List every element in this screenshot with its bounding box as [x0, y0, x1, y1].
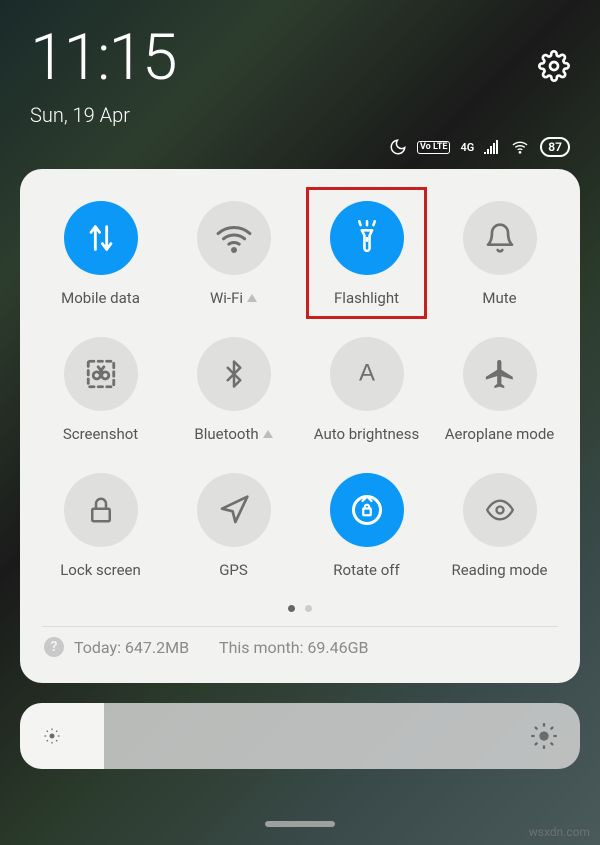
tile-label: Lock screen	[60, 561, 141, 579]
aeroplane-mode-toggle[interactable]	[463, 337, 537, 411]
mobile-data-toggle[interactable]	[64, 201, 138, 275]
reading-mode-toggle[interactable]	[463, 473, 537, 547]
brightness-high-icon	[530, 722, 558, 750]
data-usage-row[interactable]: ? Today: 647.2MB This month: 69.46GB	[38, 637, 562, 663]
tile-label: Aeroplane mode	[445, 425, 555, 443]
arrows-icon	[84, 221, 118, 255]
rotate-off-toggle[interactable]	[330, 473, 404, 547]
wifi-toggle[interactable]	[197, 201, 271, 275]
tile-label: Flashlight	[334, 289, 399, 307]
gps-icon	[218, 494, 250, 526]
expand-caret-icon[interactable]	[247, 294, 257, 302]
settings-button[interactable]	[538, 50, 570, 82]
tile-mute[interactable]: Mute	[437, 201, 562, 307]
gps-toggle[interactable]	[197, 473, 271, 547]
bluetooth-icon	[219, 357, 249, 391]
usage-month: This month: 69.46GB	[219, 638, 368, 657]
time-date-block: 11:15 Sun, 19 Apr	[30, 20, 175, 127]
auto-brightness-toggle[interactable]: A	[330, 337, 404, 411]
screenshot-toggle[interactable]	[64, 337, 138, 411]
mute-toggle[interactable]	[463, 201, 537, 275]
signal-icon	[484, 140, 500, 154]
status-bar: 11:15 Sun, 19 Apr	[0, 0, 600, 137]
flashlight-icon	[351, 220, 383, 256]
tile-wifi[interactable]: Wi-Fi	[171, 201, 296, 307]
brightness-fill	[20, 703, 104, 769]
flashlight-toggle[interactable]	[330, 201, 404, 275]
wifi-icon	[216, 220, 252, 256]
tile-lock-screen[interactable]: Lock screen	[38, 473, 163, 579]
page-dot-2	[305, 605, 312, 612]
date: Sun, 19 Apr	[30, 103, 175, 127]
tile-mobile-data[interactable]: Mobile data	[38, 201, 163, 307]
tile-label: Reading mode	[451, 561, 547, 579]
navigation-handle[interactable]	[265, 821, 335, 827]
lock-icon	[86, 494, 116, 526]
quick-settings-grid: Mobile data Wi-Fi Flashlight Mute Screenshot…	[38, 201, 562, 579]
tile-aeroplane-mode[interactable]: Aeroplane mode	[437, 337, 562, 443]
tile-label: Screenshot	[63, 425, 138, 443]
tile-reading-mode[interactable]: Reading mode	[437, 473, 562, 579]
eye-icon	[482, 496, 518, 524]
rotate-lock-icon	[349, 492, 385, 528]
tile-label: Wi-Fi	[210, 289, 257, 307]
divider	[42, 626, 558, 627]
tile-auto-brightness[interactable]: A Auto brightness	[304, 337, 429, 443]
status-indicators: Vo LTE 4G 87	[0, 137, 600, 169]
tile-gps[interactable]: GPS	[171, 473, 296, 579]
page-indicator[interactable]	[38, 605, 562, 612]
quick-settings-panel: Mobile data Wi-Fi Flashlight Mute Screenshot…	[20, 169, 580, 683]
bluetooth-toggle[interactable]	[197, 337, 271, 411]
tile-rotate-off[interactable]: Rotate off	[304, 473, 429, 579]
bell-icon	[484, 222, 516, 254]
info-icon: ?	[44, 637, 64, 657]
volte-badge: Vo LTE	[417, 141, 451, 154]
tile-label: Mobile data	[61, 289, 140, 307]
tile-flashlight[interactable]: Flashlight	[304, 201, 429, 307]
dnd-icon	[389, 138, 407, 156]
tile-label: GPS	[219, 561, 248, 579]
clock: 11:15	[30, 20, 175, 95]
wifi-status-icon	[510, 139, 530, 155]
tile-label: Auto brightness	[314, 425, 419, 443]
tile-label: Mute	[482, 289, 516, 307]
tile-label: Rotate off	[333, 561, 399, 579]
tile-screenshot[interactable]: Screenshot	[38, 337, 163, 443]
expand-caret-icon[interactable]	[263, 430, 273, 438]
network-type: 4G	[460, 141, 474, 154]
brightness-slider[interactable]	[20, 703, 580, 769]
svg-text:A: A	[358, 360, 374, 387]
tile-label: Bluetooth	[194, 425, 272, 443]
watermark: wsxdn.com	[529, 825, 590, 839]
tile-bluetooth[interactable]: Bluetooth	[171, 337, 296, 443]
brightness-low-icon	[42, 726, 62, 746]
battery-indicator: 87	[540, 137, 570, 157]
plane-icon	[483, 357, 517, 391]
page-dot-1	[288, 605, 295, 612]
brightness-a-icon: A	[351, 358, 383, 390]
lock-screen-toggle[interactable]	[64, 473, 138, 547]
screenshot-icon	[84, 357, 118, 391]
gear-icon	[538, 50, 570, 82]
usage-today: Today: 647.2MB	[74, 638, 189, 657]
